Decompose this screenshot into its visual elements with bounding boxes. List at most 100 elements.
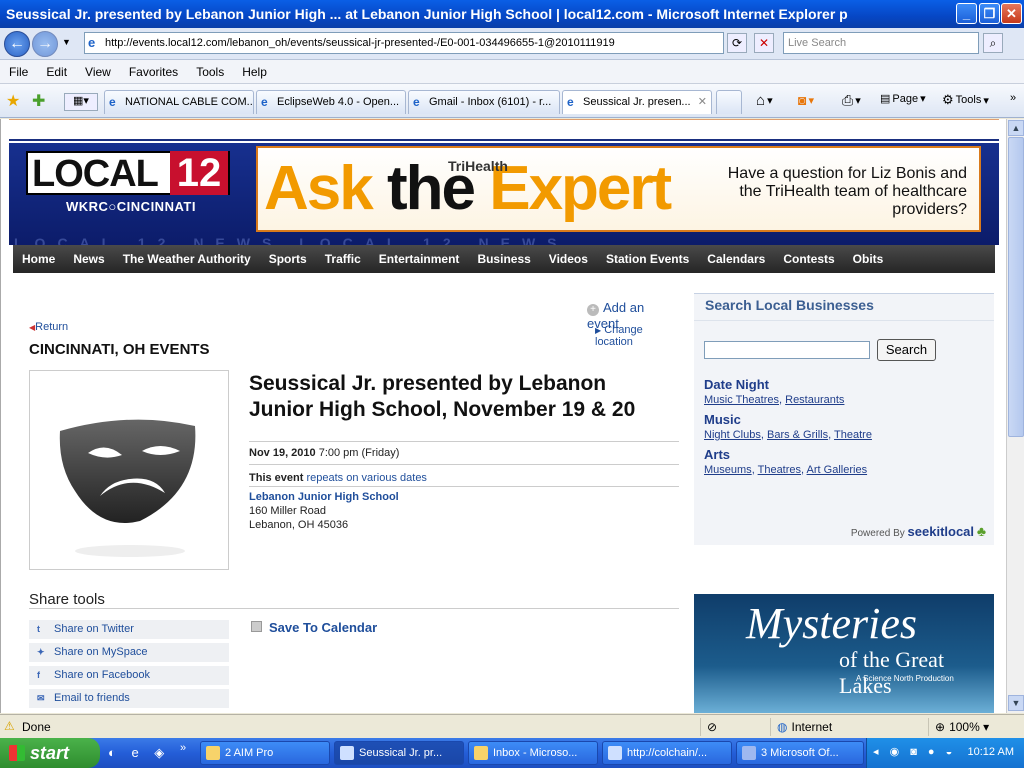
forward-button[interactable]: →: [32, 31, 58, 57]
nav-sports[interactable]: Sports: [260, 252, 316, 266]
nav-contests[interactable]: Contests: [774, 252, 843, 266]
refresh-icon[interactable]: ⟳: [727, 33, 747, 53]
menu-edit[interactable]: Edit: [37, 65, 76, 79]
word-icon: [742, 746, 756, 760]
calendar-icon: [251, 621, 262, 632]
tree-icon: ♣: [976, 523, 986, 539]
link-museums[interactable]: Museums: [704, 464, 752, 476]
maximize-button[interactable]: ❐: [979, 3, 1000, 24]
local12-logo[interactable]: LOCAL 12 WKRC○CINCINNATI: [26, 151, 230, 215]
tab-eclipseweb[interactable]: e EclipseWeb 4.0 - Open...: [256, 90, 406, 114]
task-microsoft-office[interactable]: 3 Microsoft Of...: [736, 741, 864, 765]
divider: [694, 320, 994, 321]
page-viewport: LOCAL 12 WKRC○CINCINNATI Ask the Expert T…: [0, 119, 1006, 713]
tab-seussical[interactable]: e Seussical Jr. presen... ✕: [562, 90, 712, 114]
venue-link[interactable]: Lebanon Junior High School: [249, 490, 399, 504]
mysteries-great-lakes-ad[interactable]: Mysteries of the Great Lakes A Science N…: [694, 594, 994, 713]
task-inbox-outlook[interactable]: Inbox - Microso...: [468, 741, 598, 765]
link-restaurants[interactable]: Restaurants: [785, 394, 844, 406]
nav-weather[interactable]: The Weather Authority: [114, 252, 260, 266]
tools-menu[interactable]: ⚙ Tools ▾: [942, 92, 989, 108]
quick-launch-overflow-icon[interactable]: »: [180, 742, 186, 754]
ask-the-expert-ad[interactable]: Ask the Expert TriHealth Have a question…: [256, 146, 981, 232]
nav-calendars[interactable]: Calendars: [698, 252, 774, 266]
address-input[interactable]: e http://events.local12.com/lebanon_oh/e…: [84, 32, 724, 54]
business-search-button[interactable]: Search: [877, 339, 936, 361]
change-location-link[interactable]: ▶ Change location: [595, 324, 679, 348]
history-dropdown-icon[interactable]: ▼: [62, 37, 71, 47]
email-friends[interactable]: ✉ Email to friends: [29, 689, 229, 708]
business-search-input[interactable]: [704, 341, 870, 359]
close-button[interactable]: ✕: [1001, 3, 1022, 24]
zoom-level[interactable]: ⊕ 100% ▾: [928, 718, 1022, 736]
chevron-right-icon[interactable]: »: [1010, 92, 1016, 104]
city-heading: CINCINNATI, OH EVENTS: [29, 341, 210, 358]
nav-traffic[interactable]: Traffic: [316, 252, 370, 266]
tab-gmail[interactable]: e Gmail - Inbox (6101) - r...: [408, 90, 560, 114]
link-art-galleries[interactable]: Art Galleries: [807, 464, 868, 476]
share-myspace[interactable]: ✦ Share on MySpace: [29, 643, 229, 662]
category-music[interactable]: Music: [704, 412, 741, 427]
ie-icon: [608, 746, 622, 760]
nav-news[interactable]: News: [64, 252, 113, 266]
back-button[interactable]: ←: [4, 31, 30, 57]
plus-icon: +: [587, 304, 599, 316]
clock[interactable]: 10:12 AM: [968, 746, 1014, 758]
task-aim-pro[interactable]: 2 AIM Pro: [200, 741, 330, 765]
quick-tabs-icon[interactable]: ▦▾: [64, 93, 98, 111]
tab-national-cable[interactable]: e NATIONAL CABLE COM...: [104, 90, 254, 114]
powered-by-seekitlocal[interactable]: Powered By seekitlocal ♣: [851, 523, 986, 539]
quick-launch[interactable]: ◐ e ◈: [108, 745, 170, 761]
minimize-button[interactable]: _: [956, 3, 977, 24]
feeds-icon[interactable]: ◙ ▾: [798, 92, 814, 108]
menu-favorites[interactable]: Favorites: [120, 65, 187, 79]
nav-entertainment[interactable]: Entertainment: [370, 252, 469, 266]
new-tab-button[interactable]: [716, 90, 742, 114]
favorites-star-icon[interactable]: ★: [6, 91, 20, 111]
repeat-dates-link[interactable]: repeats on various dates: [306, 472, 426, 484]
stop-icon[interactable]: ✕: [754, 33, 774, 53]
tray-icons[interactable]: ◂ ◉ ◙ ● ◒: [873, 745, 956, 758]
menu-view[interactable]: View: [76, 65, 120, 79]
task-colchain[interactable]: http://colchain/...: [602, 741, 732, 765]
live-search-input[interactable]: Live Search: [783, 32, 979, 54]
start-button[interactable]: start: [0, 738, 100, 768]
page-menu[interactable]: ▤ Page ▾: [880, 92, 926, 106]
window-title: Seussical Jr. presented by Lebanon Junio…: [6, 6, 848, 22]
scroll-up-icon[interactable]: ▲: [1008, 120, 1024, 136]
category-date-night[interactable]: Date Night: [704, 377, 769, 392]
nav-business[interactable]: Business: [468, 252, 539, 266]
task-seussical[interactable]: Seussical Jr. pr...: [334, 741, 464, 765]
theater-mask-icon: [59, 419, 196, 557]
home-icon[interactable]: ⌂ ▾: [756, 92, 773, 109]
nav-station-events[interactable]: Station Events: [597, 252, 698, 266]
nav-videos[interactable]: Videos: [540, 252, 597, 266]
protected-mode-icon[interactable]: ⊘: [700, 718, 770, 736]
link-theatres[interactable]: Theatres: [758, 464, 801, 476]
security-zone[interactable]: ◍ Internet: [770, 718, 920, 736]
site-banner: LOCAL 12 WKRC○CINCINNATI Ask the Expert T…: [9, 143, 999, 245]
vertical-scrollbar[interactable]: ▲ ▼: [1006, 119, 1024, 713]
category-arts[interactable]: Arts: [704, 447, 730, 462]
link-music-theatres[interactable]: Music Theatres: [704, 394, 779, 406]
share-twitter[interactable]: t Share on Twitter: [29, 620, 229, 639]
share-facebook[interactable]: f Share on Facebook: [29, 666, 229, 685]
menu-file[interactable]: File: [0, 65, 37, 79]
nav-home[interactable]: Home: [13, 252, 64, 266]
scroll-thumb[interactable]: [1008, 137, 1024, 437]
scroll-down-icon[interactable]: ▼: [1008, 695, 1024, 711]
close-tab-icon[interactable]: ✕: [698, 95, 707, 108]
link-theatre[interactable]: Theatre: [834, 429, 872, 441]
menu-bar: File Edit View Favorites Tools Help: [0, 60, 1024, 84]
print-icon[interactable]: ⎙ ▾: [842, 92, 861, 109]
save-to-calendar-link[interactable]: Save To Calendar: [251, 620, 377, 635]
search-icon[interactable]: ⌕: [983, 33, 1003, 53]
nav-obits[interactable]: Obits: [844, 252, 893, 266]
menu-help[interactable]: Help: [233, 65, 276, 79]
link-bars-grills[interactable]: Bars & Grills: [767, 429, 828, 441]
window-titlebar[interactable]: Seussical Jr. presented by Lebanon Junio…: [0, 0, 1024, 28]
menu-tools[interactable]: Tools: [187, 65, 233, 79]
link-night-clubs[interactable]: Night Clubs: [704, 429, 761, 441]
add-favorite-icon[interactable]: ✚: [32, 91, 45, 111]
return-link[interactable]: ◀Return: [29, 321, 68, 333]
